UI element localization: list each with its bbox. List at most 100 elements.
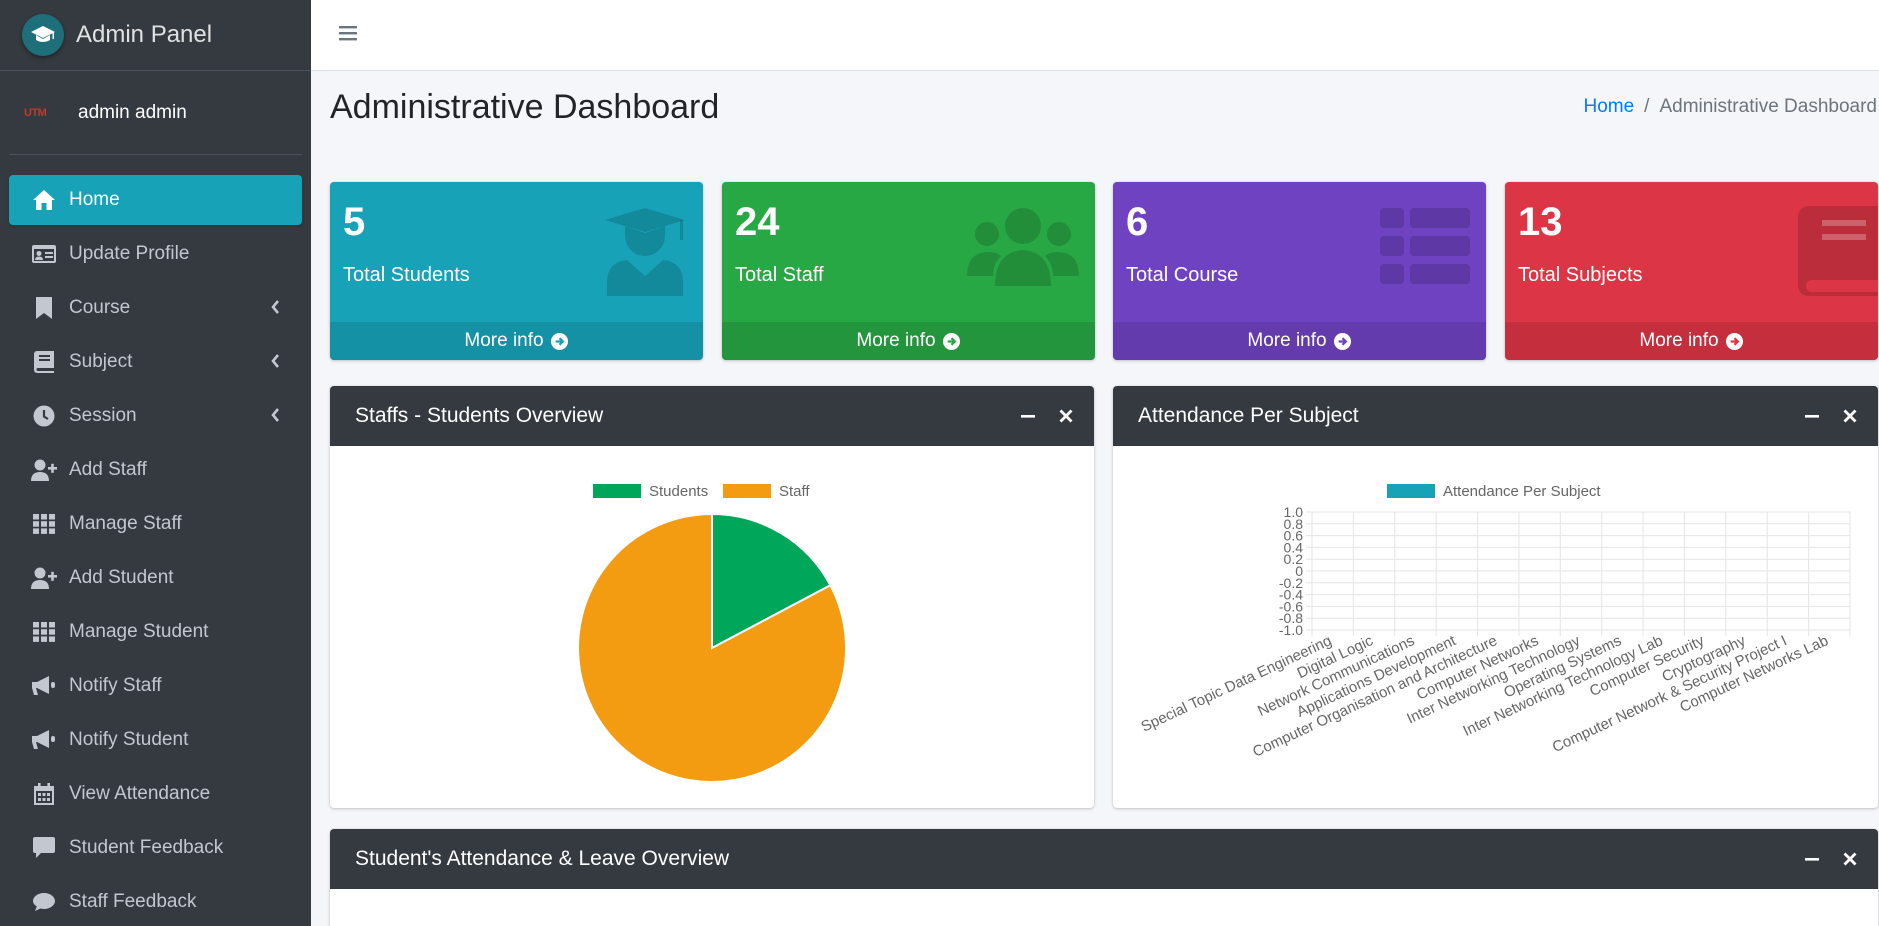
arrow-circle-right-icon	[550, 332, 568, 350]
comment-icon	[31, 890, 57, 914]
sidebar-item-view-attendance[interactable]: View Attendance	[9, 769, 302, 819]
stat-box-course: 6 Total Course More info	[1113, 182, 1486, 360]
sidebar-item-label: Update Profile	[69, 243, 190, 264]
chevron-left-icon	[270, 407, 280, 429]
sidebar-item-staff-feedback[interactable]: Staff Feedback	[9, 877, 302, 926]
sidebar-item-label: Session	[69, 405, 137, 426]
sidebar-item-add-student[interactable]: Add Student	[9, 553, 302, 603]
graduation-cap-icon	[22, 14, 64, 56]
user-plus-icon	[31, 566, 57, 590]
sidebar-item-label: Manage Staff	[69, 513, 182, 534]
breadcrumb-separator: /	[1644, 96, 1650, 117]
avatar: UTM	[24, 104, 66, 122]
arrow-circle-right-icon	[1725, 332, 1743, 350]
sidebar-item-label: Notify Student	[69, 729, 189, 750]
stat-label: Total Subjects	[1518, 264, 1643, 286]
arrow-circle-right-icon	[1333, 332, 1351, 350]
overview-card: Staffs - Students Overview Students Staff	[330, 386, 1094, 808]
bookmark-icon	[31, 296, 57, 320]
sidebar-item-label: Course	[69, 297, 131, 318]
more-info-link[interactable]: More info	[1113, 322, 1486, 360]
stat-box-subjects: 13 Total Subjects More info	[1505, 182, 1878, 360]
card-title: Student's Attendance & Leave Overview	[355, 847, 730, 870]
sidebar-item-label: View Attendance	[69, 783, 211, 804]
more-info-label: More info	[1639, 330, 1719, 351]
leave-card: Student's Attendance & Leave Overview	[330, 829, 1878, 926]
legend-swatch	[593, 484, 641, 498]
stat-box-students: 5 Total Students More info	[330, 182, 703, 360]
card-tools	[1804, 408, 1858, 424]
stat-value: 24	[735, 200, 780, 244]
avatar-logo-text: UTM	[24, 106, 47, 119]
stat-value: 13	[1518, 200, 1563, 244]
sidebar-item-label: Notify Staff	[69, 675, 162, 696]
brand-title: Admin Panel	[76, 21, 213, 48]
stat-label: Total Students	[343, 264, 470, 286]
stat-value: 6	[1126, 200, 1149, 244]
minus-icon[interactable]	[1804, 851, 1820, 867]
arrow-circle-right-icon	[942, 332, 960, 350]
book-icon	[31, 350, 57, 374]
megaphone-icon	[31, 728, 57, 752]
sidebar-item-manage-student[interactable]: Manage Student	[9, 607, 302, 657]
sidebar-item-session[interactable]: Session	[9, 391, 302, 441]
card-title: Attendance Per Subject	[1138, 404, 1359, 427]
attendance-card: Attendance Per Subject Attendance Per Su…	[1113, 386, 1878, 808]
topbar	[311, 0, 1879, 71]
stat-value: 5	[343, 200, 366, 244]
sidebar-item-label: Subject	[69, 351, 133, 372]
stat-label: Total Course	[1126, 264, 1239, 286]
sidebar-item-label: Student Feedback	[69, 837, 224, 858]
more-info-label: More info	[464, 330, 544, 351]
stat-box-staff: 24 Total Staff More info	[722, 182, 1095, 360]
comment-square-icon	[31, 836, 57, 860]
more-info-link[interactable]: More info	[330, 322, 703, 360]
sidebar: Admin Panel UTM admin admin Home Update P…	[0, 0, 311, 926]
pie-chart: Students Staff	[577, 483, 847, 783]
card-title: Staffs - Students Overview	[355, 404, 604, 427]
graduate-icon	[603, 206, 687, 301]
more-info-label: More info	[856, 330, 936, 351]
sidebar-item-subject[interactable]: Subject	[9, 337, 302, 387]
book-icon	[1798, 206, 1878, 301]
chevron-left-icon	[270, 299, 280, 321]
more-info-link[interactable]: More info	[722, 322, 1095, 360]
y-tick-label: -1.0	[1279, 622, 1303, 638]
bar-chart: Attendance Per Subject1.00.80.60.40.20-0…	[1139, 483, 1851, 761]
sidebar-item-label: Manage Student	[69, 621, 209, 642]
sidebar-item-label: Home	[69, 189, 120, 210]
id-card-icon	[31, 242, 57, 266]
legend-label: Staff	[779, 483, 810, 500]
page-title: Administrative Dashboard	[330, 88, 720, 126]
brand[interactable]: Admin Panel	[0, 0, 311, 71]
user-panel[interactable]: UTM admin admin	[9, 71, 302, 155]
breadcrumb-current: Administrative Dashboard	[1659, 96, 1877, 117]
sidebar-item-add-staff[interactable]: Add Staff	[9, 445, 302, 495]
sidebar-item-course[interactable]: Course	[9, 283, 302, 333]
card-body: Attendance Per Subject 1.0 0.8 0.6 0.4 0.2 0 -0…	[1113, 446, 1878, 808]
sidebar-item-home[interactable]: Home	[9, 175, 302, 225]
grid-icon	[31, 512, 57, 536]
user-name: admin admin	[78, 101, 187, 123]
chevron-left-icon	[270, 353, 280, 375]
more-info-link[interactable]: More info	[1505, 322, 1878, 360]
megaphone-icon	[31, 674, 57, 698]
close-icon[interactable]	[1842, 408, 1858, 424]
card-tools	[1020, 408, 1074, 424]
sidebar-item-student-feedback[interactable]: Student Feedback	[9, 823, 302, 873]
sidebar-item-manage-staff[interactable]: Manage Staff	[9, 499, 302, 549]
breadcrumb: Home / Administrative Dashboard	[1583, 96, 1877, 118]
sidebar-item-update-profile[interactable]: Update Profile	[9, 229, 302, 279]
sidebar-item-notify-staff[interactable]: Notify Staff	[9, 661, 302, 711]
legend-swatch	[723, 484, 771, 498]
breadcrumb-home-link[interactable]: Home	[1583, 96, 1634, 117]
clock-icon	[31, 404, 57, 428]
hamburger-icon[interactable]	[339, 24, 359, 47]
sidebar-item-label: Staff Feedback	[69, 891, 197, 912]
sidebar-item-notify-student[interactable]: Notify Student	[9, 715, 302, 765]
stat-label: Total Staff	[735, 264, 824, 286]
minus-icon[interactable]	[1020, 408, 1036, 424]
close-icon[interactable]	[1842, 851, 1858, 867]
minus-icon[interactable]	[1804, 408, 1820, 424]
close-icon[interactable]	[1058, 408, 1074, 424]
